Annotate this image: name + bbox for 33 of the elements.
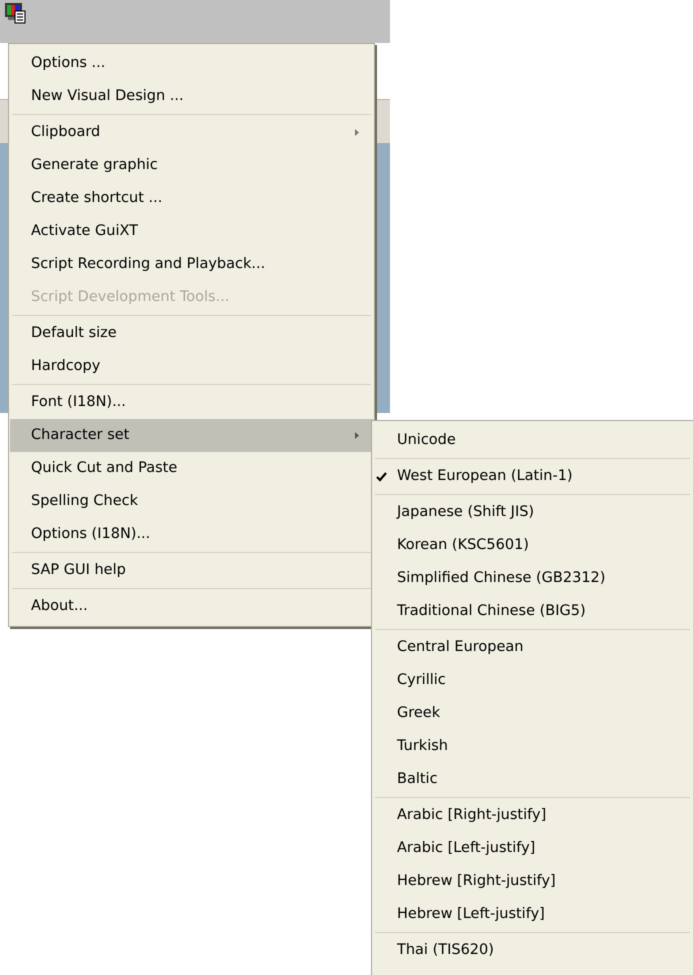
menu-item[interactable]: Hardcopy xyxy=(10,350,373,383)
menu-item[interactable]: Greek xyxy=(373,697,692,730)
menu-item[interactable]: Arabic [Right-justify] xyxy=(373,799,692,832)
menu-item[interactable]: Traditional Chinese (BIG5) xyxy=(373,595,692,628)
menu-item[interactable]: Create shortcut ... xyxy=(10,182,373,215)
menu-item[interactable]: Cyrillic xyxy=(373,664,692,697)
menu-item[interactable]: Font (I18N)... xyxy=(10,386,373,419)
menu-item[interactable]: Generate graphic xyxy=(10,149,373,182)
menu-item[interactable]: Hebrew [Left-justify] xyxy=(373,898,692,931)
menu-item[interactable]: Activate GuiXT xyxy=(10,215,373,248)
menu-item[interactable]: Quick Cut and Paste xyxy=(10,452,373,485)
layout-icon[interactable] xyxy=(4,2,26,24)
menu-item[interactable]: Central European xyxy=(373,631,692,664)
menu-item[interactable]: Hebrew [Right-justify] xyxy=(373,865,692,898)
menu-item[interactable]: New Visual Design ... xyxy=(10,80,373,113)
menu-item[interactable]: Baltic xyxy=(373,763,692,796)
menu-item[interactable]: Script Recording and Playback... xyxy=(10,248,373,281)
menu-item[interactable]: Spelling Check xyxy=(10,485,373,518)
menu-item[interactable]: Arabic [Left-justify] xyxy=(373,832,692,865)
menu-item[interactable]: West European (Latin-1) xyxy=(373,460,692,493)
menu-item[interactable]: Unicode xyxy=(373,424,692,457)
menu-item[interactable]: Options ... xyxy=(10,47,373,80)
menu-item[interactable]: Thai (TIS620) xyxy=(373,934,692,967)
menu-item[interactable]: Clipboard xyxy=(10,116,373,149)
menu-item[interactable]: Japanese (Shift JIS) xyxy=(373,496,692,529)
menu-item[interactable]: SAP GUI help xyxy=(10,554,373,587)
menu-item[interactable]: Korean (KSC5601) xyxy=(373,529,692,562)
menu-item[interactable]: Default size xyxy=(10,317,373,350)
menu-item[interactable]: Character set xyxy=(10,419,373,452)
menu-item[interactable]: Turkish xyxy=(373,730,692,763)
menu-item[interactable]: Simplified Chinese (GB2312) xyxy=(373,562,692,595)
menu-item[interactable]: About... xyxy=(10,590,373,623)
menu-item[interactable]: Options (I18N)... xyxy=(10,518,373,551)
